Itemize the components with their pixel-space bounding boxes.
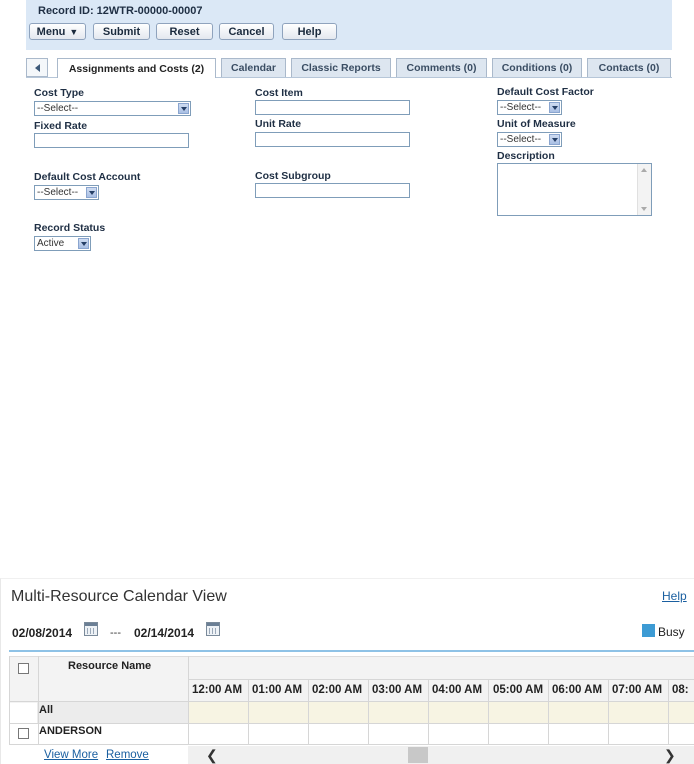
date-separator: --- bbox=[110, 627, 121, 639]
tab-assignments-and-costs[interactable]: Assignments and Costs (2) bbox=[57, 58, 216, 78]
scroll-left-icon[interactable]: ❮ bbox=[206, 748, 218, 762]
scrollbar-thumb[interactable] bbox=[408, 747, 428, 763]
cost-subgroup-input[interactable] bbox=[255, 183, 410, 198]
cost-item-label: Cost Item bbox=[255, 87, 303, 99]
cost-item-input[interactable] bbox=[255, 100, 410, 115]
row-checkbox[interactable] bbox=[18, 728, 29, 739]
hour-header: 08: bbox=[672, 684, 689, 696]
cost-type-value: --Select-- bbox=[37, 103, 79, 114]
tab-contacts[interactable]: Contacts (0) bbox=[587, 58, 671, 77]
hour-header: 02:00 AM bbox=[312, 684, 363, 696]
view-more-link[interactable]: View More bbox=[44, 749, 98, 761]
all-row-cells bbox=[188, 701, 694, 723]
calendar-icon[interactable] bbox=[206, 622, 220, 636]
fixed-rate-input[interactable] bbox=[34, 133, 189, 148]
divider bbox=[9, 650, 694, 652]
resource-row-label: All bbox=[39, 704, 54, 716]
record-id: Record ID: 12WTR-00000-00007 bbox=[38, 5, 203, 17]
description-label: Description bbox=[497, 150, 555, 162]
hour-header: 04:00 AM bbox=[432, 684, 483, 696]
default-cost-factor-select[interactable]: --Select-- bbox=[497, 100, 562, 115]
start-date: 02/08/2014 bbox=[12, 626, 73, 640]
tab-calendar[interactable]: Calendar bbox=[221, 58, 286, 77]
tab-classic-reports[interactable]: Classic Reports bbox=[291, 58, 391, 77]
help-button[interactable]: Help bbox=[282, 23, 337, 40]
select-all-checkbox[interactable] bbox=[18, 663, 29, 674]
record-status-label: Record Status bbox=[34, 222, 106, 234]
chevron-down-icon bbox=[549, 102, 560, 113]
cancel-button[interactable]: Cancel bbox=[219, 23, 274, 40]
resource-row-label: ANDERSON bbox=[39, 725, 102, 737]
end-date: 02/14/2014 bbox=[134, 626, 195, 640]
record-status-select[interactable]: Active bbox=[34, 236, 91, 251]
default-cost-factor-value: --Select-- bbox=[500, 102, 542, 113]
calendar-title: Multi-Resource Calendar View bbox=[11, 588, 227, 605]
hour-header: 12:00 AM bbox=[192, 684, 243, 696]
tab-comments[interactable]: Comments (0) bbox=[396, 58, 487, 77]
chevron-down-icon bbox=[549, 134, 560, 145]
tab-conditions[interactable]: Conditions (0) bbox=[492, 58, 582, 77]
description-textarea[interactable] bbox=[497, 163, 652, 216]
default-cost-account-value: --Select-- bbox=[37, 187, 79, 198]
unit-of-measure-value: --Select-- bbox=[500, 134, 542, 145]
menu-button[interactable]: Menu ▼ bbox=[29, 23, 86, 40]
cost-type-select[interactable]: --Select-- bbox=[34, 101, 191, 116]
submit-button[interactable]: Submit bbox=[93, 23, 150, 40]
chevron-down-icon bbox=[178, 103, 189, 114]
record-status-value: Active bbox=[37, 238, 65, 249]
menu-button-label: Menu bbox=[36, 25, 66, 38]
busy-legend-label: Busy bbox=[658, 625, 685, 639]
hour-header: 03:00 AM bbox=[372, 684, 423, 696]
unit-of-measure-select[interactable]: --Select-- bbox=[497, 132, 562, 147]
unit-of-measure-label: Unit of Measure bbox=[497, 118, 576, 130]
remove-link[interactable]: Remove bbox=[106, 749, 149, 761]
resource-name-header: Resource Name bbox=[68, 660, 152, 672]
hour-header: 05:00 AM bbox=[493, 684, 544, 696]
default-cost-account-select[interactable]: --Select-- bbox=[34, 185, 99, 200]
hour-header: 06:00 AM bbox=[552, 684, 603, 696]
hour-header: 01:00 AM bbox=[252, 684, 303, 696]
chevron-down-icon bbox=[86, 187, 97, 198]
calendar-help-link[interactable]: Help bbox=[662, 589, 687, 603]
calendar-icon[interactable] bbox=[84, 622, 98, 636]
fixed-rate-label: Fixed Rate bbox=[34, 120, 88, 132]
default-cost-account-label: Default Cost Account bbox=[34, 171, 141, 183]
scroll-right-icon[interactable]: ❯ bbox=[664, 748, 676, 762]
tab-scroll-left-icon[interactable] bbox=[26, 58, 48, 77]
unit-rate-input[interactable] bbox=[255, 132, 410, 147]
default-cost-factor-label: Default Cost Factor bbox=[497, 86, 594, 98]
cost-subgroup-label: Cost Subgroup bbox=[255, 170, 331, 182]
textarea-scrollbar[interactable] bbox=[637, 164, 651, 215]
cost-type-label: Cost Type bbox=[34, 87, 84, 99]
reset-button[interactable]: Reset bbox=[156, 23, 213, 40]
horizontal-scrollbar[interactable]: ❮ ❯ bbox=[188, 746, 694, 764]
hour-header: 07:00 AM bbox=[612, 684, 663, 696]
all-row-label-cell bbox=[37, 701, 188, 723]
unit-rate-label: Unit Rate bbox=[255, 118, 302, 130]
busy-legend-swatch bbox=[642, 624, 655, 637]
menu-dropdown-icon: ▼ bbox=[69, 26, 79, 37]
chevron-down-icon bbox=[78, 238, 89, 249]
